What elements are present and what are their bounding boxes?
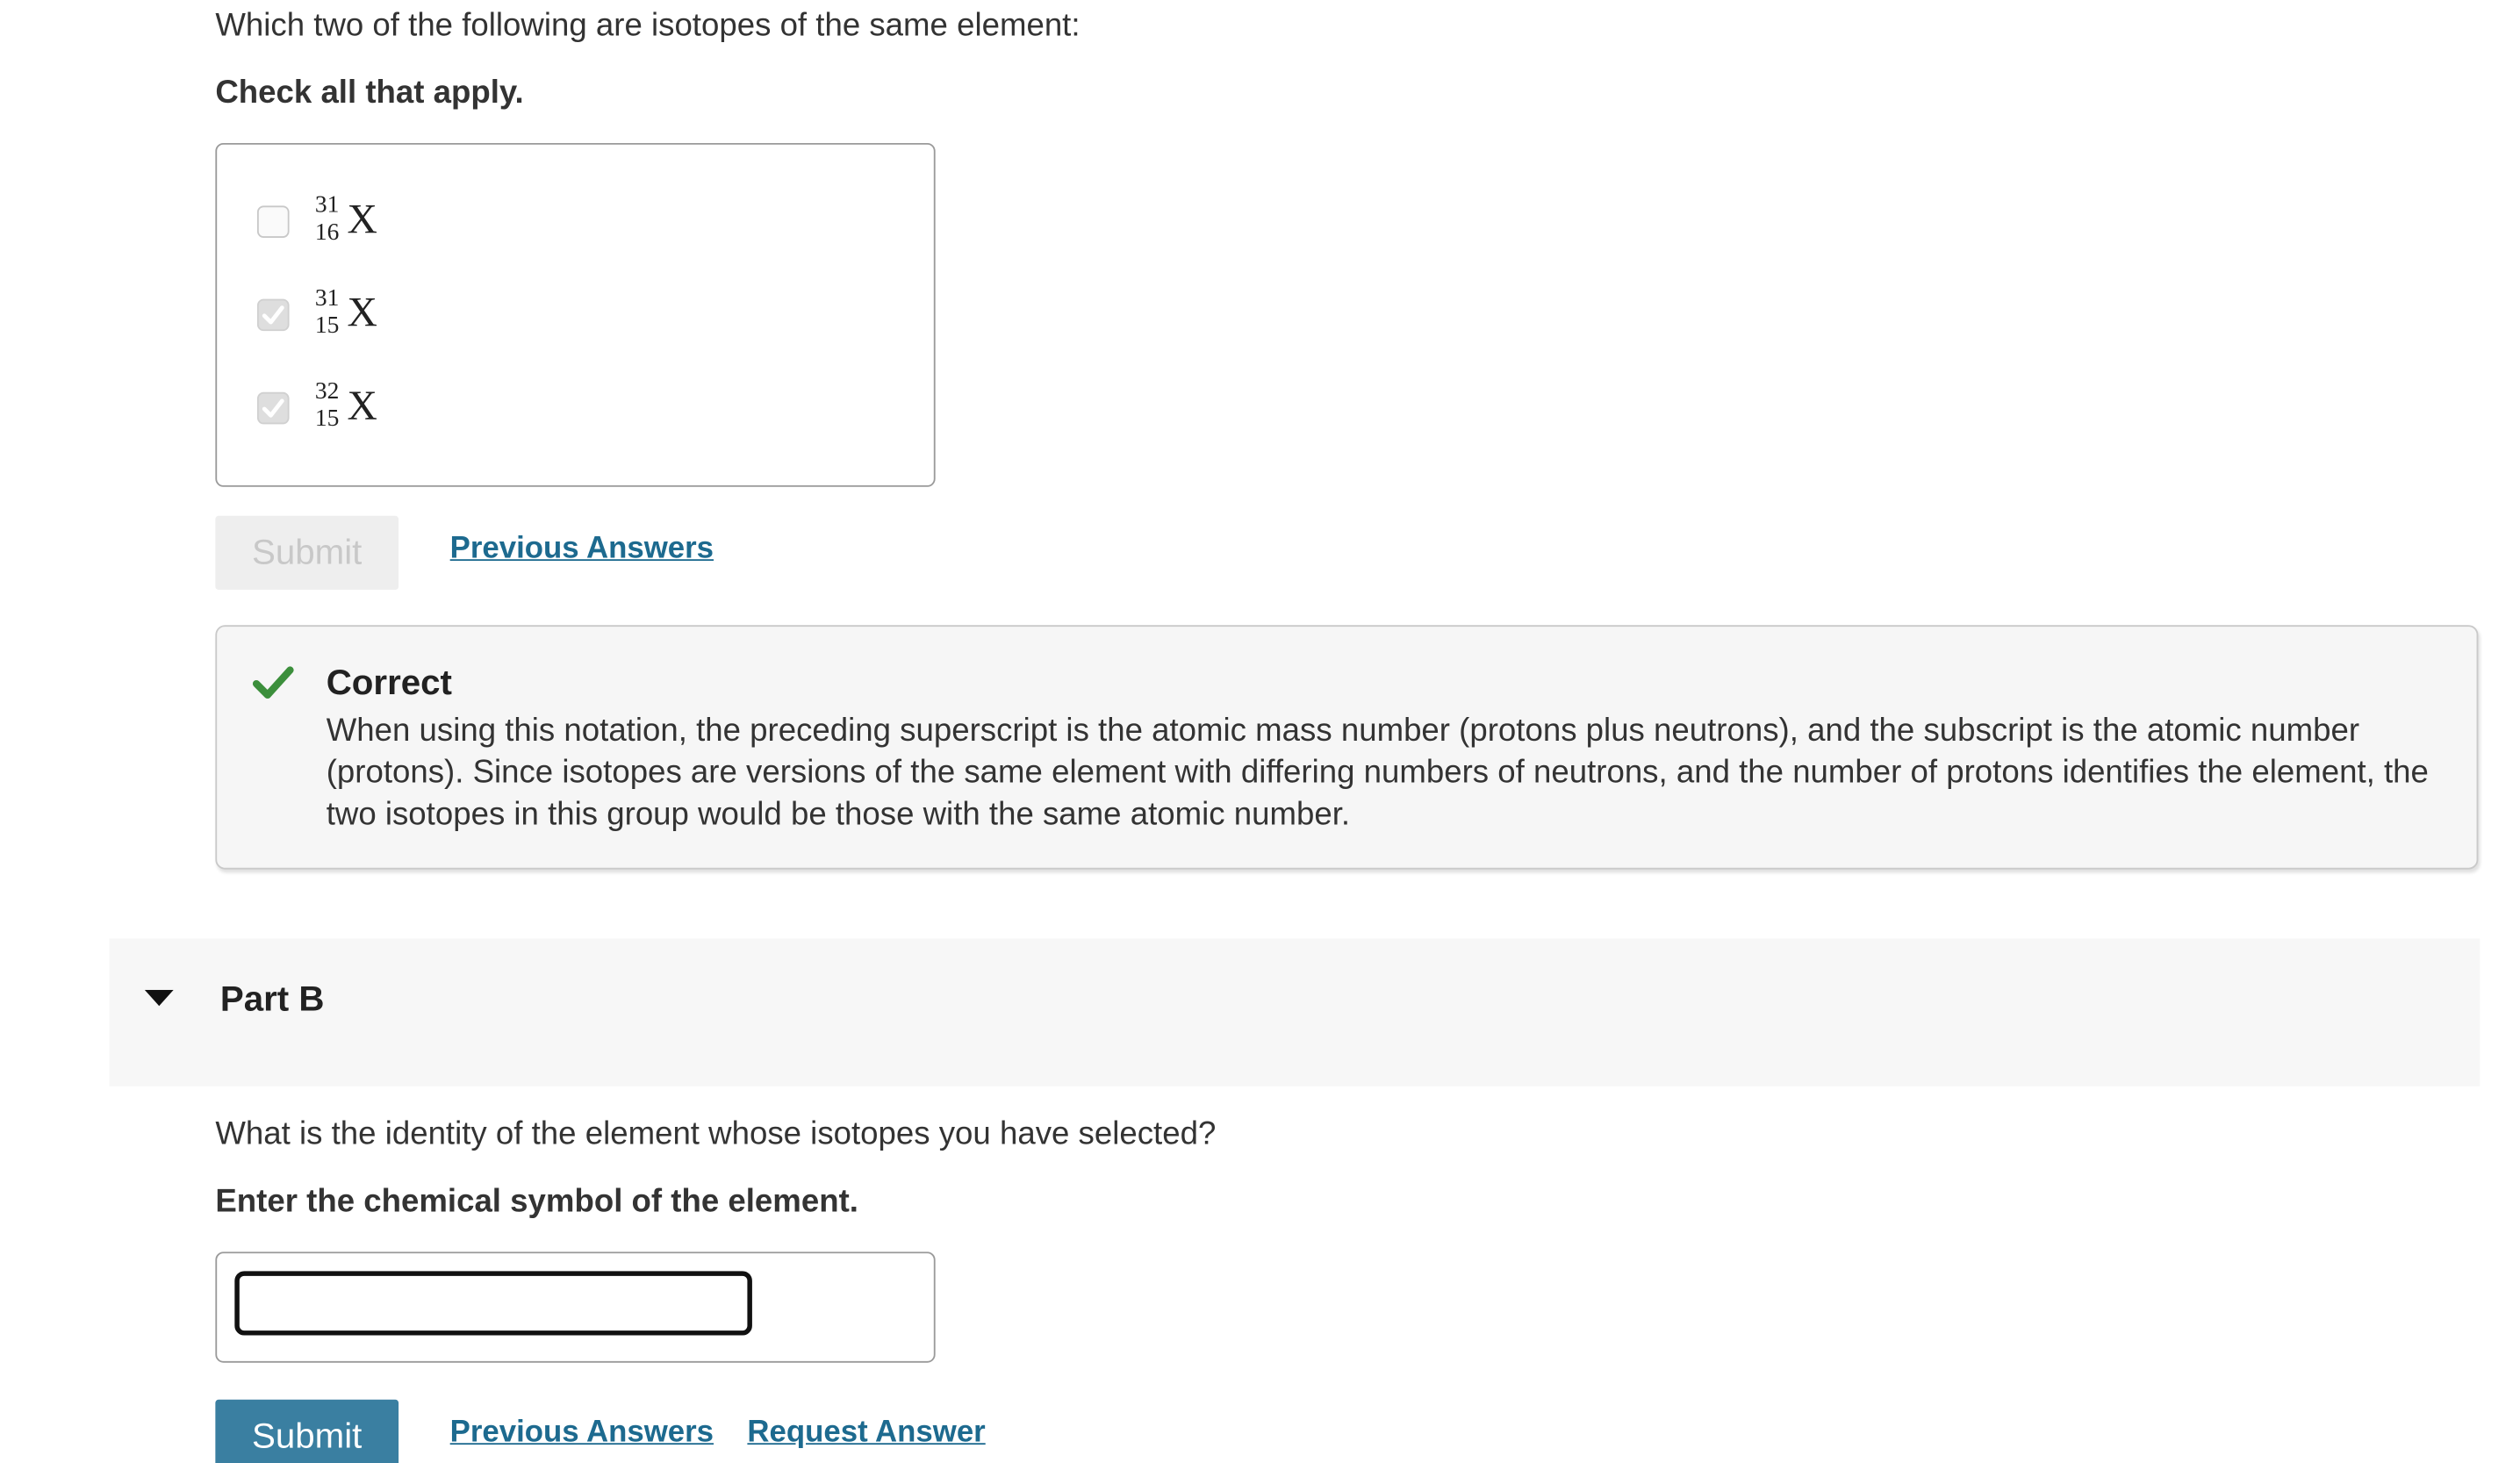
part-b-submit-button[interactable]: Submit: [215, 1399, 399, 1463]
element-symbol: X: [347, 382, 377, 429]
part-b-title: Part B: [219, 979, 325, 1019]
caret-down-icon[interactable]: [144, 989, 174, 1009]
part-b-instruction: Enter the chemical symbol of the element…: [215, 1184, 858, 1220]
options-box: 31 16 X 31 15 X 32 15 X: [215, 142, 936, 487]
part-a-question: Which two of the following are isotopes …: [215, 8, 1081, 44]
option-3[interactable]: 32 15 X: [256, 376, 386, 440]
element-symbol: X: [347, 196, 377, 243]
option-1-nuclide: 31 16 X: [315, 190, 386, 254]
option-2[interactable]: 31 15 X: [256, 283, 386, 347]
correct-check-icon: [252, 666, 294, 699]
part-b-previous-answers-link[interactable]: Previous Answers: [450, 1416, 714, 1451]
option-3-nuclide: 32 15 X: [315, 376, 386, 440]
atomic-number: 15: [314, 313, 340, 340]
mass-number: 32: [314, 379, 340, 405]
option-1[interactable]: 31 16 X: [256, 190, 386, 254]
checkmark-icon: [262, 305, 284, 325]
feedback-title: Correct: [326, 662, 452, 703]
part-b-question: What is the identity of the element whos…: [215, 1116, 1217, 1152]
mass-number: 31: [314, 285, 340, 312]
answer-box: [215, 1251, 936, 1363]
atomic-number: 15: [314, 406, 340, 433]
option-2-nuclide: 31 15 X: [315, 283, 386, 347]
request-answer-link[interactable]: Request Answer: [747, 1416, 985, 1451]
option-2-checkbox[interactable]: [256, 298, 290, 332]
feedback-body: When using this notation, the preceding …: [326, 713, 2429, 833]
checkmark-icon: [262, 398, 284, 418]
mass-number: 31: [314, 192, 340, 219]
option-1-checkbox[interactable]: [256, 205, 290, 238]
part-a-previous-answers-link[interactable]: Previous Answers: [450, 532, 714, 567]
part-a-submit-button[interactable]: Submit: [215, 515, 399, 590]
atomic-number: 16: [314, 219, 340, 247]
feedback-panel: Correct When using this notation, the pr…: [215, 625, 2479, 870]
part-a-instruction: Check all that apply.: [215, 75, 524, 111]
element-symbol: X: [347, 289, 377, 336]
page: Which two of the following are isotopes …: [0, 0, 2520, 1463]
part-b-header[interactable]: Part B: [109, 938, 2481, 1086]
element-symbol-input[interactable]: [234, 1271, 752, 1336]
option-3-checkbox[interactable]: [256, 391, 290, 425]
